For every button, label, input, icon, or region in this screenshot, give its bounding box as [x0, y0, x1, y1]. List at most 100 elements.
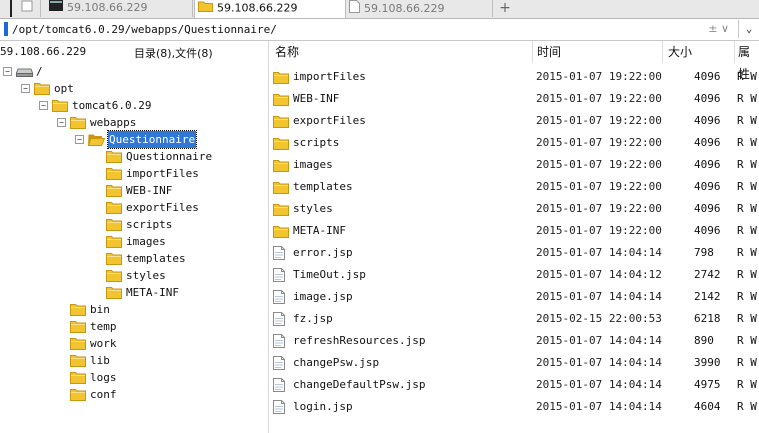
- tree-item-label: exportFiles: [126, 201, 199, 214]
- tab-label: 59.108.66.229: [217, 1, 298, 15]
- file-name: exportFiles: [293, 114, 366, 127]
- file-size: 798: [694, 246, 714, 259]
- path-dropdown-button[interactable]: ⌄: [738, 20, 759, 38]
- file-size: 4604: [694, 400, 721, 413]
- file-modified-time: 2015-01-07 19:22:00: [536, 180, 662, 193]
- collapse-toggle-icon[interactable]: −: [3, 67, 12, 76]
- tree-item-label: work: [90, 337, 117, 350]
- file-row[interactable]: scripts 2015-01-07 19:22:00 4096 R W: [270, 132, 759, 154]
- file-modified-time: 2015-01-07 14:04:14: [536, 334, 662, 347]
- tree-item-label: styles: [126, 269, 166, 282]
- file-row[interactable]: styles 2015-01-07 19:22:00 4096 R W: [270, 198, 759, 220]
- file-row[interactable]: META-INF 2015-01-07 19:22:00 4096 R W: [270, 220, 759, 242]
- panel-divider[interactable]: [268, 41, 269, 433]
- file-row[interactable]: changePsw.jsp 2015-01-07 14:04:14 3990 R W: [270, 352, 759, 374]
- tree-item-label: images: [126, 235, 166, 248]
- file-modified-time: 2015-01-07 19:22:00: [536, 114, 662, 127]
- column-time-header[interactable]: 时间: [537, 41, 561, 63]
- file-row[interactable]: fz.jsp 2015-02-15 22:00:53 6218 R W: [270, 308, 759, 330]
- collapse-toggle-icon[interactable]: −: [57, 118, 66, 127]
- file-modified-time: 2015-01-07 19:22:00: [536, 92, 662, 105]
- tree-item[interactable]: exportFiles: [0, 199, 268, 216]
- tree-item-label: importFiles: [126, 167, 199, 180]
- file-row[interactable]: error.jsp 2015-01-07 14:04:14 798 R W: [270, 242, 759, 264]
- column-size-header[interactable]: 大小: [668, 41, 692, 63]
- file-attributes: R W: [737, 290, 757, 303]
- column-name-header[interactable]: 名称: [275, 41, 299, 63]
- file-attributes: R W: [737, 378, 757, 391]
- tab-2[interactable]: 59.108.66.229: [194, 0, 346, 18]
- file-name: templates: [293, 180, 353, 193]
- tree-item[interactable]: META-INF: [0, 284, 268, 301]
- tree-item[interactable]: lib: [0, 352, 268, 369]
- tab-scroll-edge[interactable]: [0, 0, 12, 17]
- tree-item[interactable]: styles: [0, 267, 268, 284]
- file-size: 4096: [694, 202, 721, 215]
- file-attributes: R W: [737, 158, 757, 171]
- file-attributes: R W: [737, 114, 757, 127]
- tab-placeholder[interactable]: [18, 0, 41, 17]
- path-bar-marker: [4, 22, 8, 36]
- tree-item[interactable]: temp: [0, 318, 268, 335]
- file-size: 4096: [694, 224, 721, 237]
- column-separator[interactable]: [734, 41, 735, 63]
- tree-item-label: opt: [54, 82, 74, 95]
- file-row[interactable]: TimeOut.jsp 2015-01-07 14:04:12 2742 R W: [270, 264, 759, 286]
- collapse-toggle-icon[interactable]: −: [39, 101, 48, 110]
- file-attributes: R W: [737, 92, 757, 105]
- file-row[interactable]: importFiles 2015-01-07 19:22:00 4096 R W: [270, 66, 759, 88]
- file-attributes: R W: [737, 70, 757, 83]
- column-attr-header[interactable]: 属性: [738, 41, 759, 81]
- folder-icon: [70, 388, 86, 406]
- tree-item-label: /: [36, 65, 43, 78]
- file-attributes: R W: [737, 400, 757, 413]
- file-row[interactable]: WEB-INF 2015-01-07 19:22:00 4096 R W: [270, 88, 759, 110]
- tree-item[interactable]: conf: [0, 386, 268, 403]
- directory-count: 目录(8),文件(8): [134, 47, 213, 60]
- tree-item[interactable]: WEB-INF: [0, 182, 268, 199]
- tree-item[interactable]: − /: [0, 63, 268, 80]
- tree-item[interactable]: logs: [0, 369, 268, 386]
- file-row[interactable]: refreshResources.jsp 2015-01-07 14:04:14 8…: [270, 330, 759, 352]
- tree-item[interactable]: − Questionnaire: [0, 130, 268, 149]
- file-name: scripts: [293, 136, 340, 149]
- tab-1[interactable]: 59.108.66.229: [46, 0, 193, 17]
- tree-item[interactable]: work: [0, 335, 268, 352]
- file-attributes: R W: [737, 202, 757, 215]
- tree-item[interactable]: scripts: [0, 216, 268, 233]
- file-attributes: R W: [737, 180, 757, 193]
- file-name: images: [293, 158, 333, 171]
- tree-header: 59.108.66.229 目录(8),文件(8): [0, 41, 268, 63]
- path-bar: /opt/tomcat6.0.29/webapps/Questionnaire/…: [0, 19, 759, 41]
- file-name: styles: [293, 202, 333, 215]
- tree-item[interactable]: images: [0, 233, 268, 250]
- column-separator[interactable]: [662, 41, 663, 63]
- tab-3[interactable]: 59.108.66.229: [346, 0, 493, 17]
- tree-item[interactable]: − opt: [0, 80, 268, 97]
- tree-item[interactable]: templates: [0, 250, 268, 267]
- file-modified-time: 2015-01-07 14:04:14: [536, 400, 662, 413]
- collapse-toggle-icon[interactable]: −: [75, 135, 84, 144]
- tree-item[interactable]: bin: [0, 301, 268, 318]
- file-row[interactable]: login.jsp 2015-01-07 14:04:14 4604 R W: [270, 396, 759, 418]
- file-row[interactable]: image.jsp 2015-01-07 14:04:14 2142 R W: [270, 286, 759, 308]
- tab-label: 59.108.66.229: [67, 1, 148, 14]
- file-row[interactable]: exportFiles 2015-01-07 19:22:00 4096 R W: [270, 110, 759, 132]
- tree-item[interactable]: importFiles: [0, 165, 268, 182]
- collapse-toggle-icon[interactable]: −: [21, 84, 30, 93]
- file-row[interactable]: templates 2015-01-07 19:22:00 4096 R W: [270, 176, 759, 198]
- tree-item[interactable]: − webapps: [0, 114, 268, 131]
- file-row[interactable]: images 2015-01-07 19:22:00 4096 R W: [270, 154, 759, 176]
- tree-item[interactable]: Questionnaire: [0, 148, 268, 165]
- new-tab-button[interactable]: +: [496, 0, 514, 17]
- column-separator[interactable]: [532, 41, 533, 63]
- file-attributes: R W: [737, 334, 757, 347]
- blank-tab-icon: [21, 0, 33, 17]
- file-attributes: R W: [737, 246, 757, 259]
- file-row[interactable]: changeDefaultPsw.jsp 2015-01-07 14:04:14 4…: [270, 374, 759, 396]
- file-modified-time: 2015-01-07 14:04:14: [536, 378, 662, 391]
- file-modified-time: 2015-01-07 14:04:14: [536, 246, 662, 259]
- tree-item[interactable]: − tomcat6.0.29: [0, 97, 268, 114]
- path-input[interactable]: /opt/tomcat6.0.29/webapps/Questionnaire/: [12, 23, 277, 36]
- path-adjust-control[interactable]: ± ∨: [708, 22, 729, 35]
